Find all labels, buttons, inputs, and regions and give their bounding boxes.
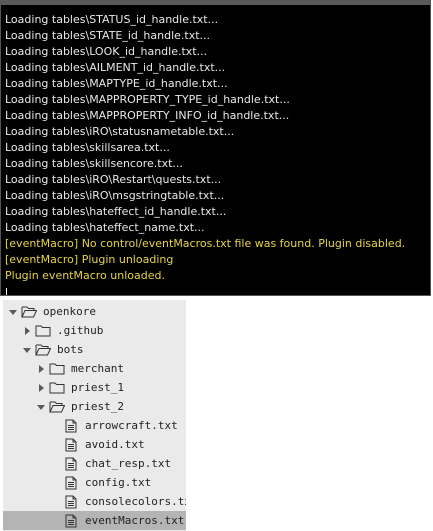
- file-icon: [63, 419, 79, 433]
- console-line: Loading tables\MAPPROPERTY_TYPE_id_handl…: [5, 93, 290, 106]
- console-warning-line: [eventMacro] No control/eventMacros.txt …: [5, 237, 406, 250]
- file-icon: [63, 438, 79, 452]
- console-line: Loading tables\MAPTYPE_id_handle.txt...: [5, 77, 228, 90]
- file-tree-panel[interactable]: openkore .github bots merchant priest_1pries…: [3, 300, 186, 531]
- tree-folder-item[interactable]: .github: [3, 321, 186, 340]
- folder-open-icon: [49, 400, 65, 414]
- tree-item-label: bots: [57, 343, 84, 356]
- tree-item-label: avoid.txt: [85, 438, 145, 451]
- file-icon: [63, 476, 79, 490]
- chevron-right-icon[interactable]: [35, 382, 47, 394]
- folder-open-icon: [35, 343, 51, 357]
- console-line: Loading tables\AILMENT_id_handle.txt...: [5, 61, 226, 74]
- console-line: Loading tables\hateffect_name.txt...: [5, 221, 205, 234]
- file-icon: [63, 457, 79, 471]
- console-output: Loading tables\STATUS_id_handle.txt... Lo…: [5, 12, 426, 284]
- tree-file-item[interactable]: avoid.txt: [3, 435, 186, 454]
- console-line: Loading tables\skillsarea.txt...: [5, 141, 170, 154]
- console-line: Loading tables\hateffect_id_handle.txt..…: [5, 205, 227, 218]
- tree-folder-item[interactable]: openkore: [3, 302, 186, 321]
- chevron-right-icon[interactable]: [35, 363, 47, 375]
- tree-file-item[interactable]: consolecolors.txt: [3, 492, 186, 511]
- folder-icon: [49, 362, 65, 376]
- tree-item-label: priest_2: [71, 400, 124, 413]
- file-icon: [63, 514, 79, 528]
- tree-item-label: merchant: [71, 362, 124, 375]
- tree-item-label: openkore: [43, 305, 96, 318]
- tree-item-label: config.txt: [85, 476, 152, 489]
- tree-file-item[interactable]: config.txt: [3, 473, 186, 492]
- tree-item-label: consolecolors.txt: [85, 495, 186, 508]
- console-warning-line: Plugin eventMacro unloaded.: [5, 269, 165, 282]
- tree-file-item[interactable]: arrowcraft.txt: [3, 416, 186, 435]
- chevron-right-icon[interactable]: [21, 325, 33, 337]
- tree-file-item[interactable]: chat_resp.txt: [3, 454, 186, 473]
- chevron-down-icon[interactable]: [7, 306, 19, 318]
- folder-icon: [49, 381, 65, 395]
- console-line: Loading tables\MAPPROPERTY_INFO_id_handl…: [5, 109, 290, 122]
- file-icon: [63, 495, 79, 509]
- console-window[interactable]: Loading tables\STATUS_id_handle.txt... Lo…: [0, 0, 431, 296]
- console-line: Loading tables\iRO\Restart\quests.txt...: [5, 173, 222, 186]
- tree-file-item[interactable]: eventMacros.txt: [3, 511, 186, 530]
- console-line: Loading tables\STATUS_id_handle.txt...: [5, 13, 219, 26]
- console-line: Loading tables\iRO\msgstringtable.txt...: [5, 189, 225, 202]
- tree-item-label: eventMacros.txt: [85, 514, 185, 527]
- text-cursor: [6, 288, 7, 295]
- folder-icon: [35, 324, 51, 338]
- chevron-down-icon[interactable]: [21, 344, 33, 356]
- tree-folder-item[interactable]: bots: [3, 340, 186, 359]
- chevron-down-icon[interactable]: [35, 401, 47, 413]
- tree-item-label: chat_resp.txt: [85, 457, 172, 470]
- console-line: Loading tables\LOOK_id_handle.txt...: [5, 45, 208, 58]
- console-line: Loading tables\STATE_id_handle.txt...: [5, 29, 211, 42]
- tree-item-label: arrowcraft.txt: [85, 419, 178, 432]
- tree-folder-item[interactable]: priest_2: [3, 397, 186, 416]
- console-line: Loading tables\iRO\statusnametable.txt..…: [5, 125, 235, 138]
- folder-open-icon: [21, 305, 37, 319]
- tree-folder-item[interactable]: merchant: [3, 359, 186, 378]
- tree-item-label: .github: [57, 324, 104, 337]
- tree-folder-item[interactable]: priest_1: [3, 378, 186, 397]
- tree-item-label: priest_1: [71, 381, 124, 394]
- console-warning-line: [eventMacro] Plugin unloading: [5, 253, 174, 266]
- console-line: Loading tables\skillsencore.txt...: [5, 157, 183, 170]
